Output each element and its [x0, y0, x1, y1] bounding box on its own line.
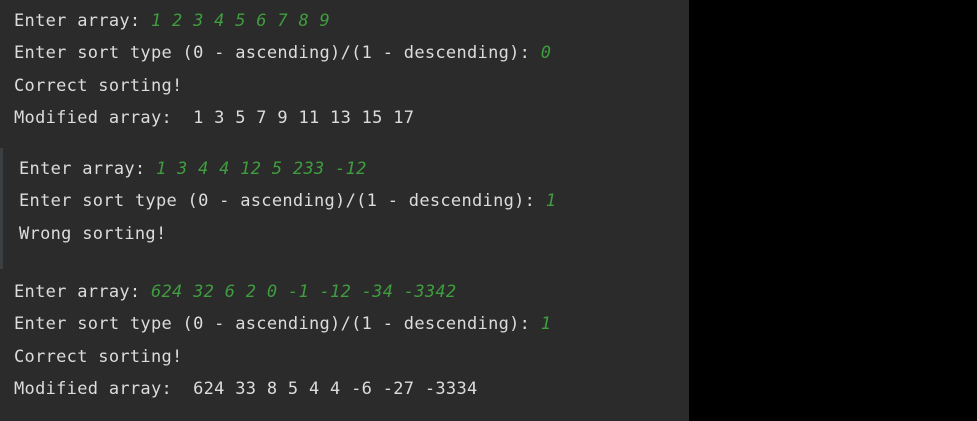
user-input-text: 1 3 4 4 12 5 233 -12 — [155, 159, 367, 179]
prompt-text: Enter sort type (0 - ascending)/(1 - des… — [14, 43, 541, 63]
console-line: Enter array: 1 3 4 4 12 5 233 -12 — [19, 157, 367, 181]
console-line: Wrong sorting! — [19, 222, 167, 246]
user-input-text: 1 — [545, 191, 557, 211]
console-output: Enter array: 1 2 3 4 5 6 7 8 9 Enter sor… — [0, 0, 689, 421]
console-line: Enter sort type (0 - ascending)/(1 - des… — [14, 312, 551, 336]
console-line: Enter array: 624 32 6 2 0 -1 -12 -34 -33… — [14, 280, 456, 304]
console-line: Enter sort type (0 - ascending)/(1 - des… — [14, 41, 551, 65]
prompt-text: Enter array: — [14, 11, 151, 31]
user-input-text: 1 — [540, 314, 552, 334]
result-text: Modified array: 1 3 5 7 9 11 13 15 17 — [14, 108, 415, 128]
status-text: Correct sorting! — [14, 76, 183, 96]
prompt-text: Enter sort type (0 - ascending)/(1 - des… — [19, 191, 546, 211]
status-text: Wrong sorting! — [19, 224, 167, 244]
user-input-text: 1 2 3 4 5 6 7 8 9 — [150, 11, 331, 31]
empty-right-area — [689, 0, 977, 421]
prompt-text: Enter sort type (0 - ascending)/(1 - des… — [14, 314, 541, 334]
user-input-text: 624 32 6 2 0 -1 -12 -34 -3342 — [150, 282, 457, 302]
console-line: Modified array: 624 33 8 5 4 4 -6 -27 -3… — [14, 377, 478, 401]
status-text: Correct sorting! — [14, 347, 183, 367]
result-text: Modified array: 624 33 8 5 4 4 -6 -27 -3… — [14, 379, 478, 399]
prompt-text: Enter array: — [14, 282, 151, 302]
user-input-text: 0 — [540, 43, 552, 63]
prompt-text: Enter array: — [19, 159, 156, 179]
console-line: Correct sorting! — [14, 74, 183, 98]
console-line: Modified array: 1 3 5 7 9 11 13 15 17 — [14, 106, 414, 130]
console-line: Correct sorting! — [14, 345, 183, 369]
console-line: Enter sort type (0 - ascending)/(1 - des… — [19, 189, 556, 213]
block-gutter-marker — [0, 148, 3, 269]
console-line: Enter array: 1 2 3 4 5 6 7 8 9 — [14, 9, 330, 33]
